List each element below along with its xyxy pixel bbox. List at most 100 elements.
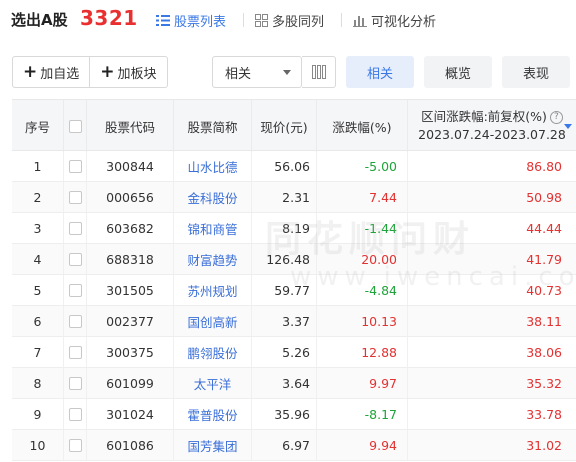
stock-change: -1.44 bbox=[317, 213, 408, 243]
table-row[interactable]: 4 688318 财富趋势 126.48 20.00 41.79 bbox=[12, 244, 576, 275]
row-index: 9 bbox=[12, 399, 64, 429]
stock-range-change: 38.11 bbox=[526, 313, 562, 329]
stock-price: 3.37 bbox=[252, 306, 317, 336]
stock-change: -4.84 bbox=[317, 275, 408, 305]
table-body: 1 300844 山水比德 56.06 -5.00 86.80 2 000656 金科股份 2.3… bbox=[12, 151, 576, 461]
stock-range-change: 38.06 bbox=[526, 344, 562, 360]
stock-name-link[interactable]: 苏州规划 bbox=[174, 275, 252, 305]
row-index: 1 bbox=[12, 151, 64, 181]
stock-price: 8.19 bbox=[252, 213, 317, 243]
bar-chart-icon bbox=[353, 16, 367, 27]
column-header-change[interactable]: 涨跌幅(%) bbox=[317, 100, 408, 152]
table-row[interactable]: 7 300375 鹏翎股份 5.26 12.88 38.06 bbox=[12, 337, 576, 368]
row-checkbox[interactable] bbox=[68, 159, 82, 173]
sort-desc-icon[interactable] bbox=[564, 124, 572, 129]
stock-change: 9.97 bbox=[317, 368, 408, 398]
stock-price: 59.77 bbox=[252, 275, 317, 305]
stock-name-link[interactable]: 财富趋势 bbox=[174, 244, 252, 274]
row-checkbox[interactable] bbox=[68, 252, 82, 266]
add-watchlist-button[interactable]: + 加自选 bbox=[13, 57, 89, 87]
row-checkbox[interactable] bbox=[68, 221, 82, 235]
action-button-group: + 加自选 + 加板块 bbox=[12, 56, 168, 88]
stock-code: 300844 bbox=[87, 151, 174, 181]
stock-change: 9.94 bbox=[317, 430, 408, 460]
row-checkbox[interactable] bbox=[68, 190, 82, 204]
column-header-code[interactable]: 股票代码 bbox=[87, 100, 174, 152]
add-watchlist-label: 加自选 bbox=[40, 66, 80, 82]
table-row[interactable]: 5 301505 苏州规划 59.77 -4.84 40.73 bbox=[12, 275, 576, 306]
stock-name-link[interactable]: 太平洋 bbox=[174, 368, 252, 398]
sort-dropdown[interactable]: 相关 bbox=[212, 56, 302, 88]
tab-divider bbox=[341, 13, 342, 27]
list-icon bbox=[156, 15, 170, 26]
row-index: 3 bbox=[12, 213, 64, 243]
view-related-button[interactable]: 相关 bbox=[346, 56, 414, 88]
stock-name-link[interactable]: 山水比德 bbox=[174, 151, 252, 181]
tab-stock-list-label: 股票列表 bbox=[174, 15, 227, 30]
stock-code: 301024 bbox=[87, 399, 174, 429]
table-row[interactable]: 9 301024 霍普股份 35.96 -8.17 33.78 bbox=[12, 399, 576, 430]
view-overview-button[interactable]: 概览 bbox=[424, 56, 492, 88]
column-header-index[interactable]: 序号 bbox=[12, 100, 64, 152]
row-checkbox[interactable] bbox=[68, 376, 82, 390]
tab-multi-stock[interactable]: 多股同列 bbox=[255, 11, 324, 30]
row-checkbox[interactable] bbox=[68, 407, 82, 421]
tab-visual-analysis-label: 可视化分析 bbox=[371, 15, 437, 30]
stock-change: 10.13 bbox=[317, 306, 408, 336]
tab-stock-list[interactable]: 股票列表 bbox=[156, 11, 226, 30]
table-row[interactable]: 8 601099 太平洋 3.64 9.97 35.32 bbox=[12, 368, 576, 399]
table-row[interactable]: 10 601086 国芳集团 6.97 9.94 31.02 bbox=[12, 430, 576, 461]
plus-icon: + bbox=[100, 61, 115, 82]
row-checkbox[interactable] bbox=[68, 438, 82, 452]
stock-code: 002377 bbox=[87, 306, 174, 336]
stock-range-change: 40.73 bbox=[526, 282, 562, 298]
row-index: 4 bbox=[12, 244, 64, 274]
stock-price: 126.48 bbox=[252, 244, 317, 274]
range-change-dates: 2023.07.24-2023.07.28 bbox=[418, 127, 566, 142]
stock-price: 35.96 bbox=[252, 399, 317, 429]
stock-change: -5.00 bbox=[317, 151, 408, 181]
table-row[interactable]: 2 000656 金科股份 2.31 7.44 50.98 bbox=[12, 182, 576, 213]
plus-icon: + bbox=[23, 61, 38, 82]
columns-icon bbox=[311, 65, 326, 79]
stock-code: 301505 bbox=[87, 275, 174, 305]
add-sector-button[interactable]: + 加板块 bbox=[89, 57, 166, 87]
stock-price: 5.26 bbox=[252, 337, 317, 367]
row-checkbox[interactable] bbox=[68, 314, 82, 328]
stock-change: 20.00 bbox=[317, 244, 408, 274]
row-select bbox=[64, 244, 87, 274]
tab-multi-stock-label: 多股同列 bbox=[272, 15, 325, 30]
toolbar: + 加自选 + 加板块 相关 相关 概览 表现 bbox=[0, 56, 576, 90]
column-header-range-change[interactable]: 区间涨跌幅:前复权(%) ? 2023.07.24-2023.07.28 bbox=[408, 100, 576, 152]
help-icon[interactable]: ? bbox=[549, 110, 563, 124]
table-row[interactable]: 6 002377 国创高新 3.37 10.13 38.11 bbox=[12, 306, 576, 337]
row-index: 2 bbox=[12, 182, 64, 212]
view-performance-button[interactable]: 表现 bbox=[502, 56, 570, 88]
row-select bbox=[64, 399, 87, 429]
stock-range-change: 86.80 bbox=[526, 158, 562, 174]
stock-price: 6.97 bbox=[252, 430, 317, 460]
row-index: 8 bbox=[12, 368, 64, 398]
stock-code: 688318 bbox=[87, 244, 174, 274]
stock-change: -8.17 bbox=[317, 399, 408, 429]
result-count: 3321 bbox=[80, 6, 138, 30]
column-header-price[interactable]: 现价(元) bbox=[252, 100, 317, 152]
table-row[interactable]: 1 300844 山水比德 56.06 -5.00 86.80 bbox=[12, 151, 576, 182]
table-row[interactable]: 3 603682 锦和商管 8.19 -1.44 44.44 bbox=[12, 213, 576, 244]
stock-name-link[interactable]: 鹏翎股份 bbox=[174, 337, 252, 367]
add-sector-label: 加板块 bbox=[117, 66, 157, 82]
column-header-name[interactable]: 股票简称 bbox=[174, 100, 252, 152]
stock-name-link[interactable]: 霍普股份 bbox=[174, 399, 252, 429]
column-settings-button[interactable] bbox=[302, 56, 336, 88]
tab-visual-analysis[interactable]: 可视化分析 bbox=[353, 11, 436, 30]
stock-name-link[interactable]: 国创高新 bbox=[174, 306, 252, 336]
stock-name-link[interactable]: 锦和商管 bbox=[174, 213, 252, 243]
table-header: 序号 股票代码 股票简称 现价(元) 涨跌幅(%) 区间涨跌幅:前复权(%) ?… bbox=[12, 99, 576, 152]
stock-name-link[interactable]: 金科股份 bbox=[174, 182, 252, 212]
row-checkbox[interactable] bbox=[68, 283, 82, 297]
stock-range-change: 31.02 bbox=[526, 437, 562, 453]
stock-name-link[interactable]: 国芳集团 bbox=[174, 430, 252, 460]
row-select bbox=[64, 151, 87, 181]
row-checkbox[interactable] bbox=[68, 345, 82, 359]
select-all-checkbox[interactable] bbox=[68, 119, 82, 133]
